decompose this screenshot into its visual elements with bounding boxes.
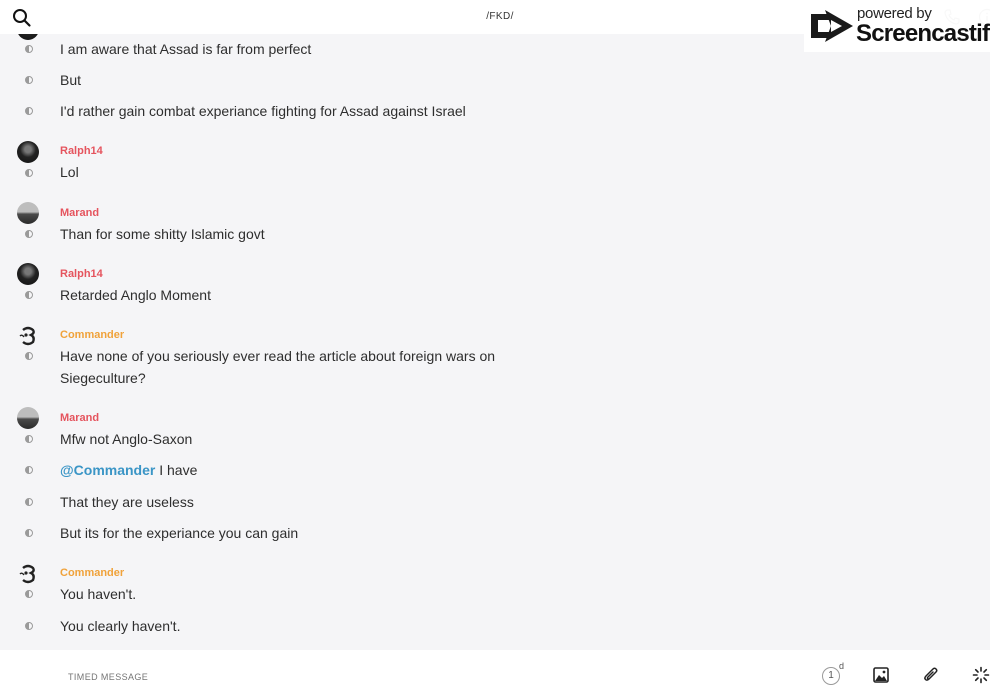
message-username[interactable]: Marand: [60, 412, 99, 424]
message-status-icon: [25, 352, 33, 360]
timer-unit: d: [839, 661, 845, 671]
user-avatar[interactable]: [17, 141, 39, 163]
message-username[interactable]: Marand: [60, 207, 99, 219]
message-text: But its for the experiance you can gain: [60, 525, 299, 541]
message-text: That they are useless: [60, 494, 194, 510]
message-text: You clearly haven't.: [60, 618, 181, 634]
message-status-icon: [25, 590, 33, 598]
message-status-icon: [25, 291, 33, 299]
message-text: I'd rather gain combat experiance fighti…: [60, 103, 466, 119]
commander-avatar-icon: [19, 564, 35, 584]
message-text-part: I have: [155, 462, 198, 478]
effects-button[interactable]: [972, 666, 990, 684]
message-status-icon: [25, 622, 33, 630]
timer-icon: 1: [822, 667, 840, 685]
user-avatar[interactable]: [17, 325, 39, 347]
user-avatar[interactable]: [17, 202, 39, 224]
message-status-icon: [25, 435, 33, 443]
message-input[interactable]: [68, 670, 768, 684]
watermark-brand: Screencastify: [856, 20, 990, 47]
message-text: But: [60, 72, 82, 88]
message-text: Lol: [60, 164, 79, 180]
message-status-icon: [25, 230, 33, 238]
message-text: @Commander I have: [60, 459, 530, 481]
message-status-icon: [25, 529, 33, 537]
message-status-icon: [25, 76, 33, 84]
image-icon: [873, 667, 889, 683]
message-text: Have none of you seriously ever read the…: [60, 348, 496, 386]
message-text: Retarded Anglo Moment: [60, 287, 211, 303]
message-status-icon: [25, 107, 33, 115]
screencastify-watermark: powered by Screencastify: [804, 0, 990, 52]
message-text: You haven't.: [60, 586, 137, 602]
sparkle-icon: [972, 666, 990, 684]
attach-button[interactable]: [922, 666, 940, 684]
message-composer: 1 d: [0, 650, 990, 700]
message-status-icon: [25, 45, 33, 53]
paperclip-icon: [924, 667, 938, 681]
screencastify-logo-icon: [811, 10, 853, 42]
user-avatar[interactable]: [17, 563, 39, 585]
message-feed[interactable]: I am aware that Assad is far from perfec…: [0, 0, 990, 650]
user-avatar[interactable]: [17, 407, 39, 429]
message-username[interactable]: Commander: [60, 567, 124, 579]
timer-button[interactable]: 1 d: [822, 661, 844, 687]
message-username[interactable]: Ralph14: [60, 145, 103, 157]
message-status-icon: [25, 169, 33, 177]
message-status-icon: [25, 466, 33, 474]
message-text: Mfw not Anglo-Saxon: [60, 431, 193, 447]
message-username[interactable]: Ralph14: [60, 268, 103, 280]
user-mention[interactable]: @Commander: [60, 462, 155, 478]
message-status-icon: [25, 498, 33, 506]
message-username[interactable]: Commander: [60, 329, 124, 341]
message-text: Than for some shitty Islamic govt: [60, 226, 265, 242]
user-avatar[interactable]: [17, 263, 39, 285]
message-text: I am aware that Assad is far from perfec…: [60, 41, 312, 57]
commander-avatar-icon: [19, 326, 35, 346]
image-button[interactable]: [872, 666, 890, 684]
